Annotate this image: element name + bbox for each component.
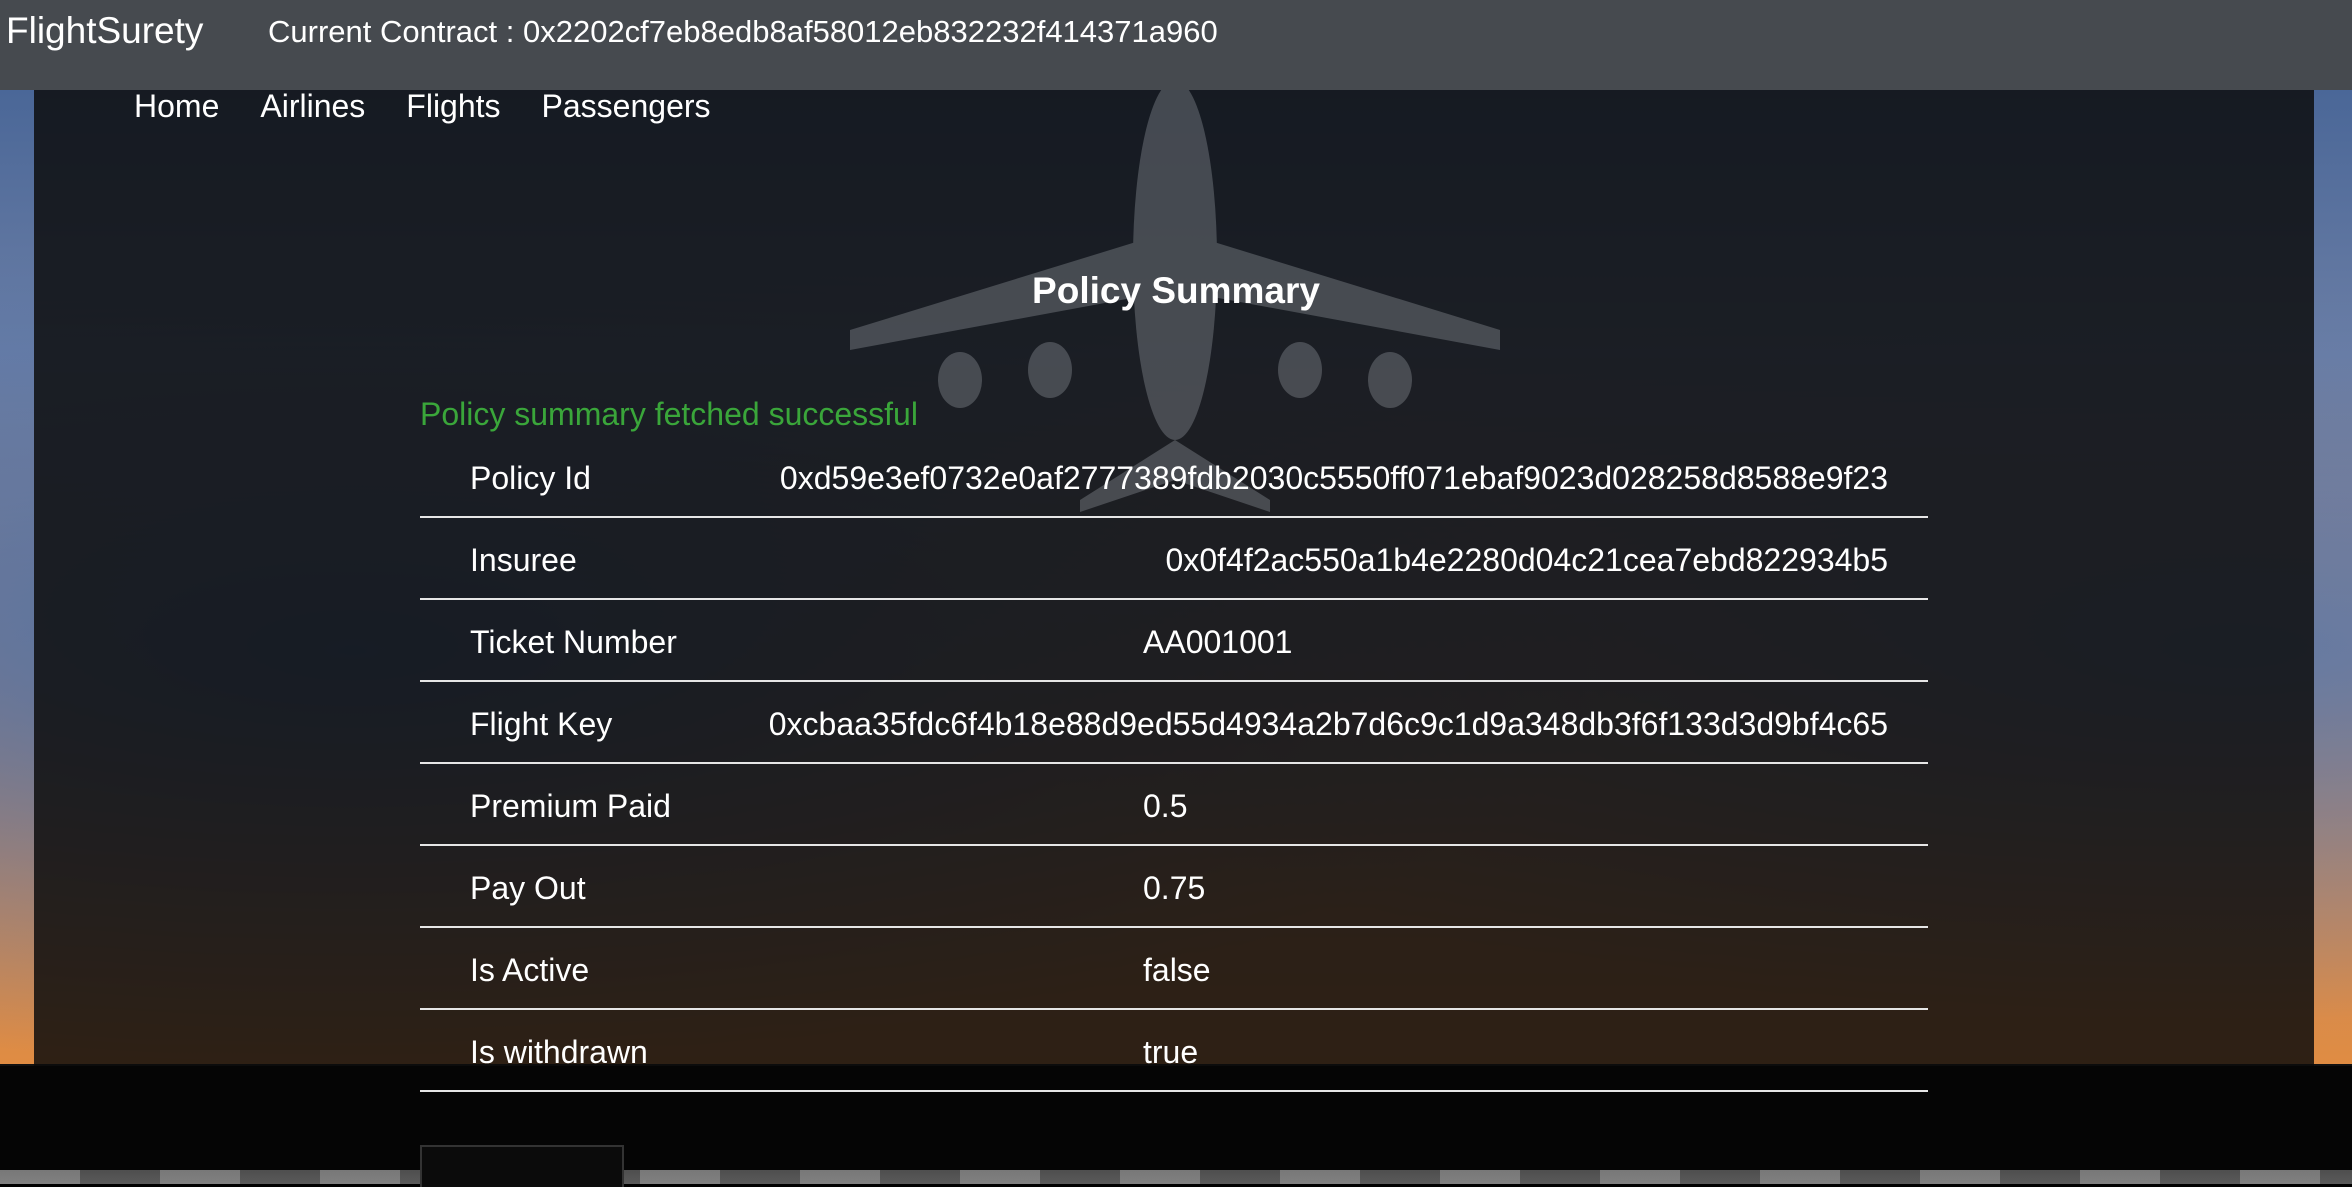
nav-airlines-link[interactable]: Airlines [260, 88, 365, 125]
table-row-ticket-number: Ticket Number AA001001 [420, 600, 1928, 682]
nav-passengers-link[interactable]: Passengers [542, 88, 711, 125]
row-value: AA001001 [1143, 624, 1292, 661]
nav-flights-link[interactable]: Flights [406, 88, 500, 125]
row-value: 0.5 [1143, 788, 1187, 825]
row-value: 0xd59e3ef0732e0af2777389fdb2030c5550ff07… [780, 460, 1888, 497]
table-row-pay-out: Pay Out 0.75 [420, 846, 1928, 928]
row-value: 0xcbaa35fdc6f4b18e88d9ed55d4934a2b7d6c9c… [769, 706, 1888, 743]
row-value: 0.75 [1143, 870, 1205, 907]
row-label: Ticket Number [470, 624, 677, 661]
row-label: Flight Key [470, 706, 612, 743]
page-title: Policy Summary [0, 270, 2352, 312]
top-navbar: FlightSurety Current Contract : 0x2202cf… [0, 0, 2352, 90]
nav-home-link[interactable]: Home [134, 88, 219, 125]
row-value: true [1143, 1034, 1198, 1071]
policy-summary-table: Policy Id 0xd59e3ef0732e0af2777389fdb203… [420, 436, 1928, 1092]
row-label: Is withdrawn [470, 1034, 648, 1071]
table-row-is-withdrawn: Is withdrawn true [420, 1010, 1928, 1092]
table-row-premium-paid: Premium Paid 0.5 [420, 764, 1928, 846]
row-label: Pay Out [470, 870, 586, 907]
status-message: Policy summary fetched successful [420, 396, 918, 433]
main-nav: Home Airlines Flights Passengers [134, 88, 752, 125]
brand-logo-text[interactable]: FlightSurety [6, 10, 203, 52]
current-contract-address: Current Contract : 0x2202cf7eb8edb8af580… [268, 14, 1218, 50]
action-button[interactable] [420, 1145, 624, 1187]
row-label: Premium Paid [470, 788, 671, 825]
table-row-flight-key: Flight Key 0xcbaa35fdc6f4b18e88d9ed55d49… [420, 682, 1928, 764]
table-row-insuree: Insuree 0x0f4f2ac550a1b4e2280d04c21cea7e… [420, 518, 1928, 600]
row-label: Is Active [470, 952, 589, 989]
table-row-is-active: Is Active false [420, 928, 1928, 1010]
row-label: Policy Id [470, 460, 591, 497]
row-value: false [1143, 952, 1211, 989]
row-label: Insuree [470, 542, 577, 579]
row-value: 0x0f4f2ac550a1b4e2280d04c21cea7ebd822934… [1166, 542, 1888, 579]
table-row-policy-id: Policy Id 0xd59e3ef0732e0af2777389fdb203… [420, 436, 1928, 518]
